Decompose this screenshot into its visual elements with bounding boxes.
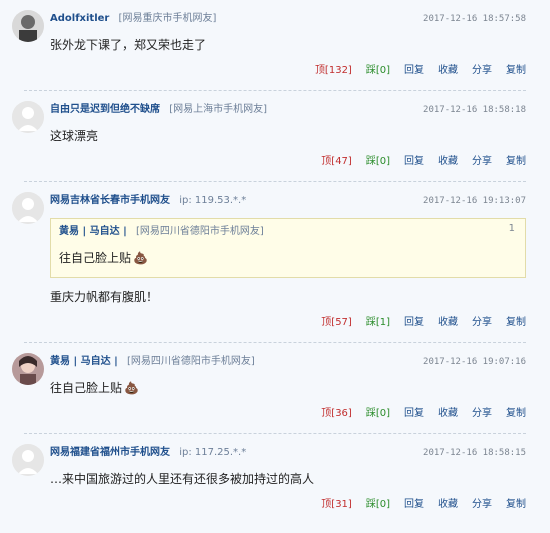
comment-5: 网易福建省福州市手机网友 ip: 117.25.*.* 2017-12-16 1… xyxy=(0,434,550,512)
quote-text: 往自己脸上贴 💩 xyxy=(59,249,517,267)
comment-text-content: 往自己脸上贴 xyxy=(50,381,123,395)
reply-button[interactable]: 回复 xyxy=(404,498,424,512)
reply-button[interactable]: 回复 xyxy=(404,155,424,169)
comment-text: 这球漂亮 xyxy=(50,129,99,143)
upvote-button[interactable]: 顶[57] xyxy=(321,316,352,330)
comment-meta: 自由只是迟到但绝不缺席 [网易上海市手机网友] 2017-12-16 18:58… xyxy=(50,101,538,119)
floor-number: 1 xyxy=(508,223,515,234)
timestamp: 2017-12-16 19:13:07 xyxy=(423,196,526,206)
share-button[interactable]: 分享 xyxy=(472,498,492,512)
comment-meta: 网易福建省福州市手机网友 ip: 117.25.*.* 2017-12-16 1… xyxy=(50,444,538,462)
copy-button[interactable]: 复制 xyxy=(506,316,526,330)
username[interactable]: 网易吉林省长春市手机网友 xyxy=(50,195,170,206)
comment-actions: 顶[47] 踩[0] 回复 收藏 分享 复制 xyxy=(12,155,538,169)
comment-text: 往自己脸上贴 💩 xyxy=(50,379,538,397)
comment-actions: 顶[57] 踩[1] 回复 收藏 分享 复制 xyxy=(12,316,538,330)
upvote-button[interactable]: 顶[31] xyxy=(321,498,352,512)
username[interactable]: 自由只是迟到但绝不缺席 xyxy=(50,104,160,115)
comment-actions: 顶[36] 踩[0] 回复 收藏 分享 复制 xyxy=(12,407,538,421)
copy-button[interactable]: 复制 xyxy=(506,407,526,421)
upvote-button[interactable]: 顶[47] xyxy=(321,155,352,169)
avatar[interactable] xyxy=(12,444,44,476)
comment-4: 黄易 | 马自达 | [网易四川省德阳市手机网友] 2017-12-16 19:… xyxy=(0,343,550,434)
downvote-button[interactable]: 踩[0] xyxy=(366,64,390,78)
downvote-button[interactable]: 踩[0] xyxy=(366,407,390,421)
copy-button[interactable]: 复制 xyxy=(506,498,526,512)
comment-actions: 顶[31] 踩[0] 回复 收藏 分享 复制 xyxy=(12,498,538,512)
downvote-button[interactable]: 踩[0] xyxy=(366,498,390,512)
quote-meta: 黄易 | 马自达 | [网易四川省德阳市手机网友] xyxy=(59,223,517,241)
avatar[interactable] xyxy=(12,10,44,42)
comment-2: 自由只是迟到但绝不缺席 [网易上海市手机网友] 2017-12-16 18:58… xyxy=(0,91,550,182)
share-button[interactable]: 分享 xyxy=(472,155,492,169)
upvote-button[interactable]: 顶[132] xyxy=(315,64,352,78)
reply-button[interactable]: 回复 xyxy=(404,64,424,78)
username[interactable]: 黄易 | 马自达 | xyxy=(50,356,118,367)
comment-1: Adolfxitler [网易重庆市手机网友] 2017-12-16 18:57… xyxy=(0,0,550,91)
avatar[interactable] xyxy=(12,192,44,224)
quote-username[interactable]: 黄易 | 马自达 | xyxy=(59,226,127,237)
favorite-button[interactable]: 收藏 xyxy=(438,64,458,78)
favorite-button[interactable]: 收藏 xyxy=(438,407,458,421)
quote-text-content: 往自己脸上贴 xyxy=(59,251,132,265)
comment-actions: 顶[132] 踩[0] 回复 收藏 分享 复制 xyxy=(12,64,538,78)
avatar[interactable] xyxy=(12,101,44,133)
favorite-button[interactable]: 收藏 xyxy=(438,498,458,512)
reply-button[interactable]: 回复 xyxy=(404,407,424,421)
quote-location: [网易四川省德阳市手机网友] xyxy=(135,226,264,237)
username[interactable]: Adolfxitler xyxy=(50,13,109,24)
poop-emoji-icon: 💩 xyxy=(124,381,139,395)
share-button[interactable]: 分享 xyxy=(472,64,492,78)
comment-text: 重庆力帆都有腹肌！ xyxy=(50,290,159,304)
comment-text: …来中国旅游过的人里还有还很多被加持过的高人 xyxy=(50,472,315,486)
poop-emoji-icon: 💩 xyxy=(133,251,148,265)
user-ip: ip: 119.53.*.* xyxy=(179,195,247,206)
share-button[interactable]: 分享 xyxy=(472,407,492,421)
username[interactable]: 网易福建省福州市手机网友 xyxy=(50,447,170,458)
timestamp: 2017-12-16 18:57:58 xyxy=(423,14,526,24)
user-location: [网易重庆市手机网友] xyxy=(118,13,217,24)
share-button[interactable]: 分享 xyxy=(472,316,492,330)
user-location: [网易四川省德阳市手机网友] xyxy=(126,356,255,367)
quoted-comment: 黄易 | 马自达 | [网易四川省德阳市手机网友] 1 往自己脸上贴 💩 xyxy=(50,218,526,278)
comment-meta: 黄易 | 马自达 | [网易四川省德阳市手机网友] 2017-12-16 19:… xyxy=(50,353,538,371)
timestamp: 2017-12-16 18:58:18 xyxy=(423,105,526,115)
comment-3: 网易吉林省长春市手机网友 ip: 119.53.*.* 2017-12-16 1… xyxy=(0,182,550,343)
favorite-button[interactable]: 收藏 xyxy=(438,155,458,169)
comment-meta: 网易吉林省长春市手机网友 ip: 119.53.*.* 2017-12-16 1… xyxy=(50,192,538,210)
comment-text: 张外龙下课了，郑又荣也走了 xyxy=(50,38,207,52)
reply-button[interactable]: 回复 xyxy=(404,316,424,330)
upvote-button[interactable]: 顶[36] xyxy=(321,407,352,421)
copy-button[interactable]: 复制 xyxy=(506,155,526,169)
downvote-button[interactable]: 踩[0] xyxy=(366,155,390,169)
user-location: [网易上海市手机网友] xyxy=(169,104,267,115)
favorite-button[interactable]: 收藏 xyxy=(438,316,458,330)
comment-meta: Adolfxitler [网易重庆市手机网友] 2017-12-16 18:57… xyxy=(50,10,538,28)
avatar[interactable] xyxy=(12,353,44,385)
copy-button[interactable]: 复制 xyxy=(506,64,526,78)
timestamp: 2017-12-16 19:07:16 xyxy=(423,357,526,367)
downvote-button[interactable]: 踩[1] xyxy=(366,316,390,330)
user-ip: ip: 117.25.*.* xyxy=(179,447,247,458)
timestamp: 2017-12-16 18:58:15 xyxy=(423,448,526,458)
